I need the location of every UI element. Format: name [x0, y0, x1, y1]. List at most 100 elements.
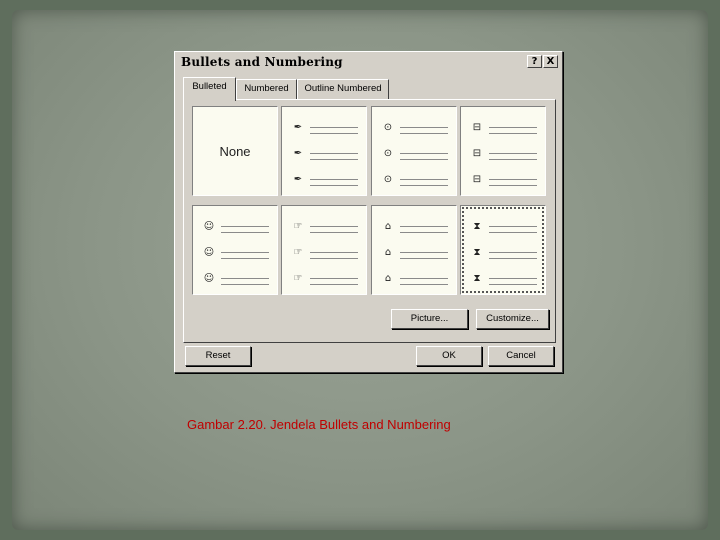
bullet-preview-row: ⧗ [461, 246, 545, 262]
folder-bullet-icon: ⌂ [384, 247, 392, 258]
preview-line [310, 252, 358, 253]
preview-line [489, 159, 537, 160]
dialog-title: Bullets and Numbering [181, 55, 343, 69]
bullet-option-hourglass[interactable]: ⧗ ⧗ ⧗ [460, 205, 546, 295]
tab-numbered[interactable]: Numbered [236, 79, 297, 99]
preview-line [310, 133, 358, 134]
bullet-preview-row: ⊙ [372, 147, 456, 163]
preview-line [400, 153, 448, 154]
bullet-preview-row: ☞ [282, 246, 366, 262]
bullet-option-smiley[interactable]: ☺ ☺ ☺ [192, 205, 278, 295]
folder-bullet-icon: ⌂ [384, 273, 392, 284]
bullet-option-hand[interactable]: ☞ ☞ ☞ [281, 205, 367, 295]
preview-line [400, 133, 448, 134]
preview-line [310, 258, 358, 259]
bullet-preview-row: ☺ [193, 220, 277, 236]
pen-bullet-icon: ✒ [293, 174, 303, 185]
close-button[interactable]: X [543, 55, 558, 68]
preview-line [310, 179, 358, 180]
preview-line [489, 252, 537, 253]
cancel-button[interactable]: Cancel [488, 346, 554, 366]
preview-line [400, 159, 448, 160]
preview-line [400, 127, 448, 128]
preview-line [489, 185, 537, 186]
preview-line [489, 284, 537, 285]
disk-bullet-icon: ⊟ [472, 174, 482, 185]
tab-outline-numbered[interactable]: Outline Numbered [297, 79, 389, 99]
bullet-preview-row: ⌂ [372, 220, 456, 236]
bullet-preview-row: ⌂ [372, 272, 456, 288]
preview-line [400, 226, 448, 227]
bullet-option-pen[interactable]: ✒ ✒ ✒ [281, 106, 367, 196]
bullet-preview-row: ⊟ [461, 173, 545, 189]
hourglass-bullet-icon: ⧗ [473, 273, 481, 284]
preview-line [221, 258, 269, 259]
preview-line [310, 226, 358, 227]
picture-button[interactable]: Picture... [391, 309, 468, 329]
bullet-option-folder[interactable]: ⌂ ⌂ ⌂ [371, 205, 457, 295]
bullet-option-disk[interactable]: ⊟ ⊟ ⊟ [460, 106, 546, 196]
bullet-preview-row: ⊟ [461, 147, 545, 163]
preview-line [221, 232, 269, 233]
preview-line [310, 284, 358, 285]
smiley-bullet-icon: ☺ [203, 273, 215, 284]
bullet-preview-row: ⊙ [372, 121, 456, 137]
bullet-option-circle-dot[interactable]: ⊙ ⊙ ⊙ [371, 106, 457, 196]
bullet-preview-row: ⧗ [461, 220, 545, 236]
preview-line [221, 284, 269, 285]
figure-caption: Gambar 2.20. Jendela Bullets and Numberi… [187, 417, 451, 432]
help-button[interactable]: ? [527, 55, 542, 68]
preview-line [489, 232, 537, 233]
preview-line [400, 232, 448, 233]
bullet-preview-row: ☞ [282, 220, 366, 236]
preview-line [489, 133, 537, 134]
bullet-preview-row: ⊙ [372, 173, 456, 189]
preview-line [489, 153, 537, 154]
pen-bullet-icon: ✒ [293, 148, 303, 159]
bullet-preview-row: ✒ [282, 173, 366, 189]
tab-bulleted[interactable]: Bulleted [183, 77, 236, 101]
circle-dot-bullet-icon: ⊙ [383, 122, 393, 133]
bullets-numbering-dialog: Bullets and Numbering ? X Bulleted Numbe… [174, 51, 563, 373]
title-bar: Bullets and Numbering ? X [177, 54, 560, 70]
ok-button[interactable]: OK [416, 346, 482, 366]
hand-bullet-icon: ☞ [293, 247, 303, 258]
preview-line [310, 278, 358, 279]
preview-line [489, 258, 537, 259]
bullet-preview-row: ☺ [193, 246, 277, 262]
circle-dot-bullet-icon: ⊙ [383, 148, 393, 159]
smiley-bullet-icon: ☺ [203, 247, 215, 258]
disk-bullet-icon: ⊟ [472, 148, 482, 159]
preview-line [400, 185, 448, 186]
pen-bullet-icon: ✒ [293, 122, 303, 133]
bullet-option-none[interactable]: None [192, 106, 278, 196]
smiley-bullet-icon: ☺ [203, 221, 215, 232]
preview-line [221, 226, 269, 227]
bullet-preview-row: ✒ [282, 147, 366, 163]
bullet-preview-row: ☺ [193, 272, 277, 288]
disk-bullet-icon: ⊟ [472, 122, 482, 133]
customize-button[interactable]: Customize... [476, 309, 549, 329]
preview-line [400, 252, 448, 253]
none-label: None [219, 144, 251, 159]
hand-bullet-icon: ☞ [293, 221, 303, 232]
preview-line [489, 179, 537, 180]
hourglass-bullet-icon: ⧗ [473, 247, 481, 258]
hand-bullet-icon: ☞ [293, 273, 303, 284]
preview-line [489, 127, 537, 128]
folder-bullet-icon: ⌂ [384, 221, 392, 232]
preview-line [400, 258, 448, 259]
bullet-preview-row: ☞ [282, 272, 366, 288]
bullet-preview-row: ⊟ [461, 121, 545, 137]
preview-line [400, 179, 448, 180]
reset-button[interactable]: Reset [185, 346, 251, 366]
preview-line [400, 284, 448, 285]
preview-line [310, 127, 358, 128]
bullet-preview-row: ⧗ [461, 272, 545, 288]
preview-line [221, 252, 269, 253]
preview-line [400, 278, 448, 279]
circle-dot-bullet-icon: ⊙ [383, 174, 393, 185]
preview-line [310, 185, 358, 186]
preview-line [310, 159, 358, 160]
preview-line [489, 226, 537, 227]
